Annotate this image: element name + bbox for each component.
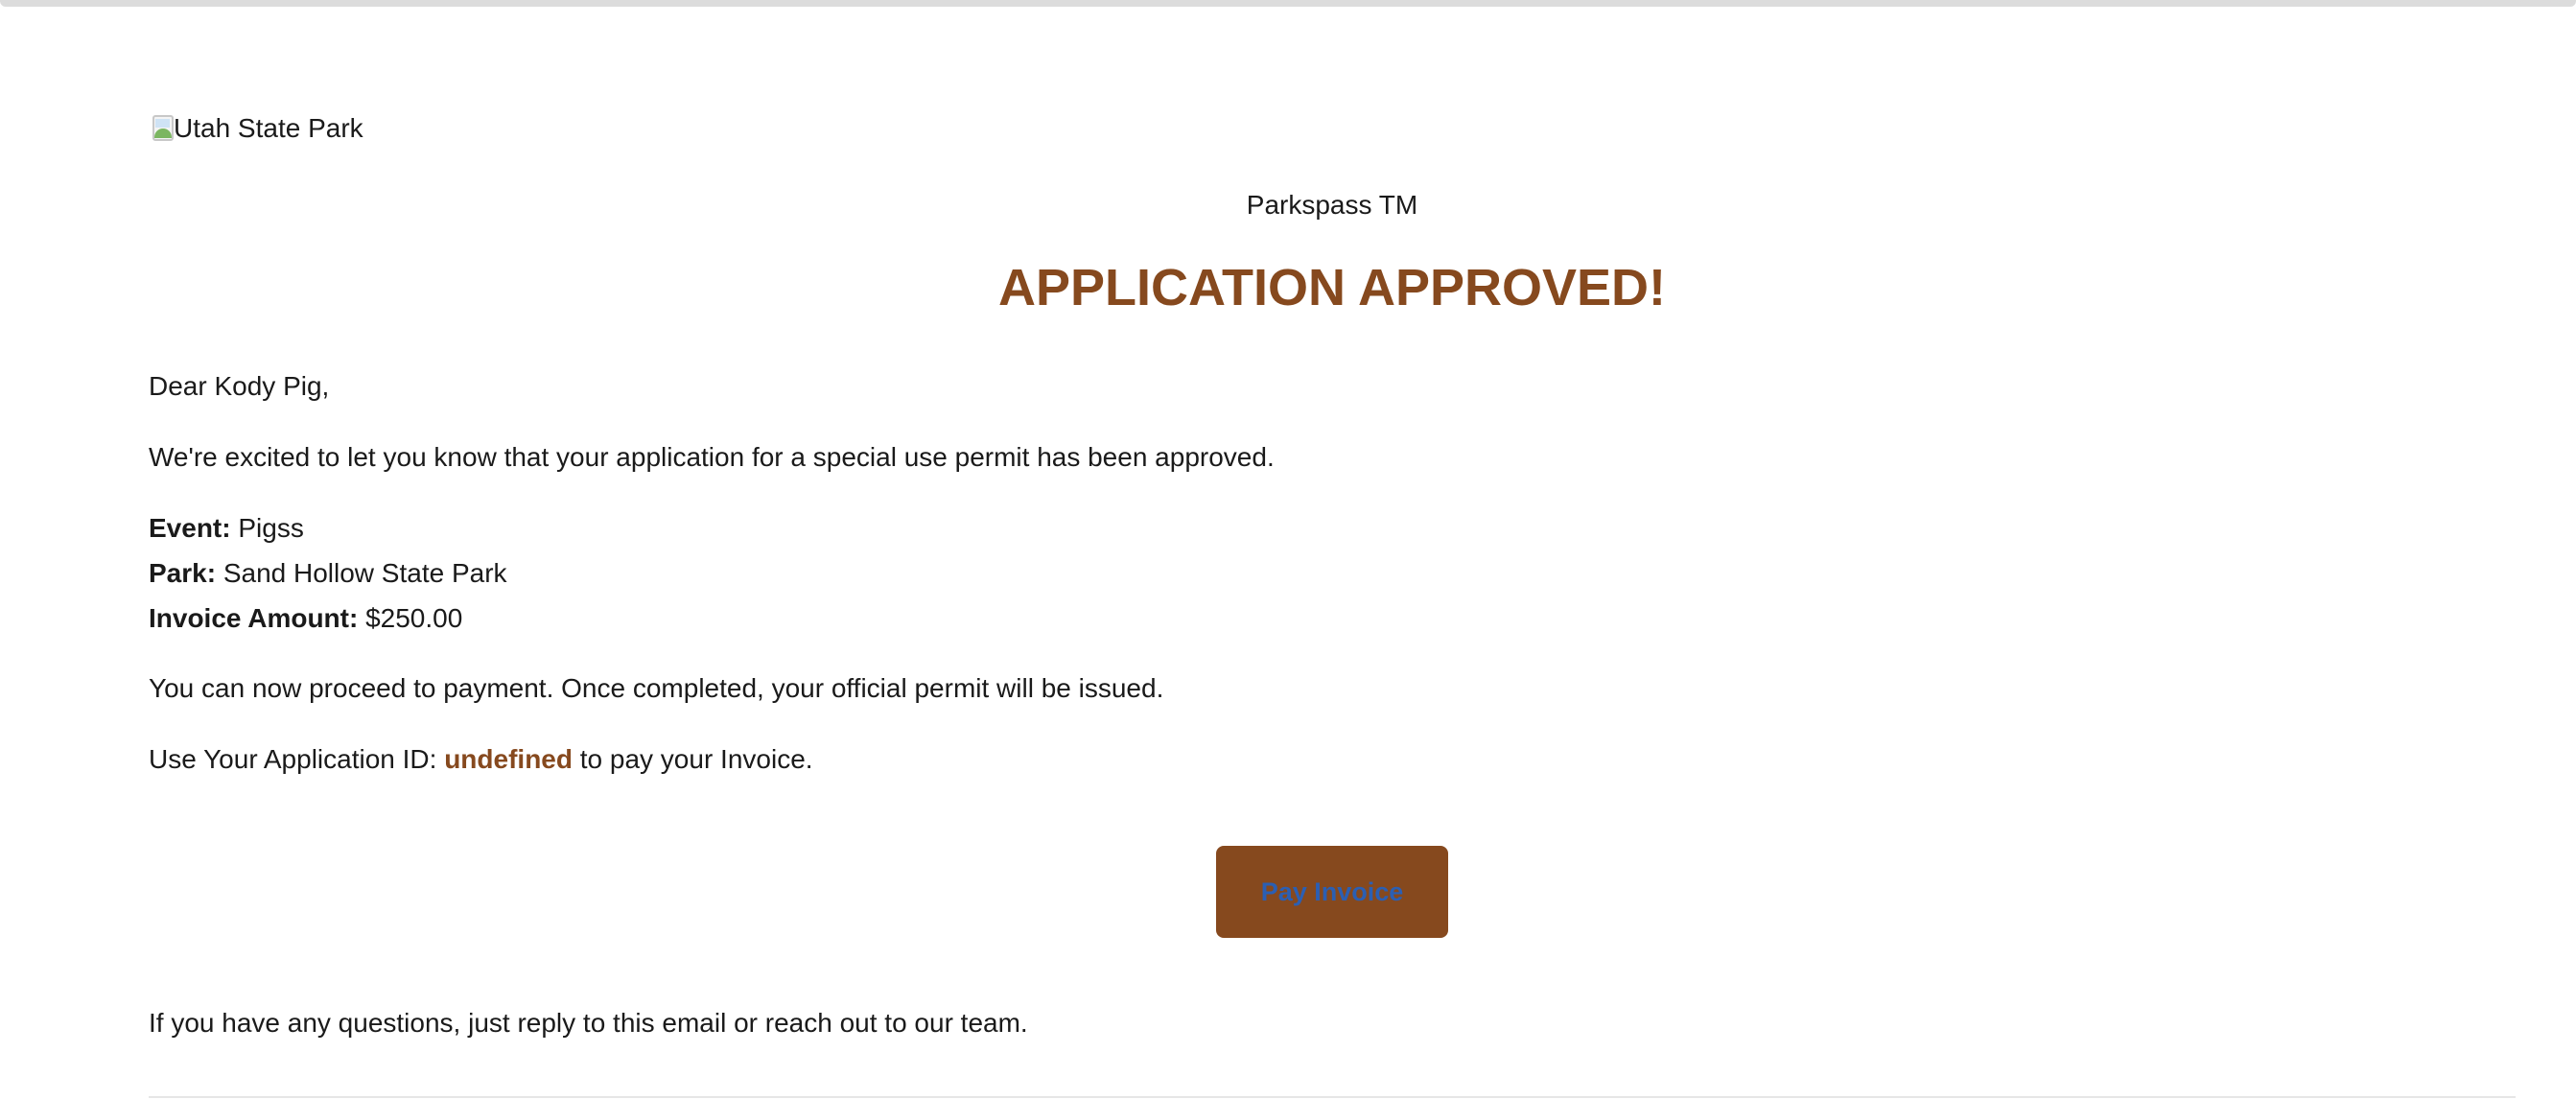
broken-image-icon	[149, 113, 179, 144]
app-id-suffix: to pay your Invoice.	[579, 744, 813, 774]
park-value: Sand Hollow State Park	[222, 558, 507, 588]
brand-name: Parkspass TM	[1246, 190, 1418, 220]
footer-divider	[149, 1096, 2516, 1098]
pay-invoice-button[interactable]: Pay Invoice	[1216, 846, 1448, 938]
park-detail: Park: Sand Hollow State Park	[149, 554, 507, 593]
event-value: Pigss	[238, 513, 304, 543]
app-id-prefix: Use Your Application ID:	[149, 744, 437, 774]
closing-text: If you have any questions, just reply to…	[149, 1008, 1028, 1038]
page-title: APPLICATION APPROVED!	[997, 259, 1667, 316]
application-id: undefined	[444, 744, 573, 774]
email-content: Utah State Park Parkspass TM APPLICATION…	[149, 0, 2516, 1099]
amount-detail: Invoice Amount: $250.00	[149, 599, 462, 638]
proceed-text: You can now proceed to payment. Once com…	[149, 673, 1164, 703]
greeting: Dear Kody Pig,	[149, 371, 330, 401]
amount-value: $250.00	[365, 603, 463, 633]
intro-text: We're excited to let you know that your …	[149, 442, 1275, 472]
logo-alt-text: Utah State Park	[174, 113, 363, 143]
event-detail: Event: Pigss	[149, 509, 304, 548]
event-label: Event:	[149, 513, 231, 543]
park-logo: Utah State Park	[149, 109, 363, 148]
park-label: Park:	[149, 558, 217, 588]
amount-label: Invoice Amount:	[149, 603, 359, 633]
application-id-line: Use Your Application ID: undefined to pa…	[149, 740, 813, 779]
